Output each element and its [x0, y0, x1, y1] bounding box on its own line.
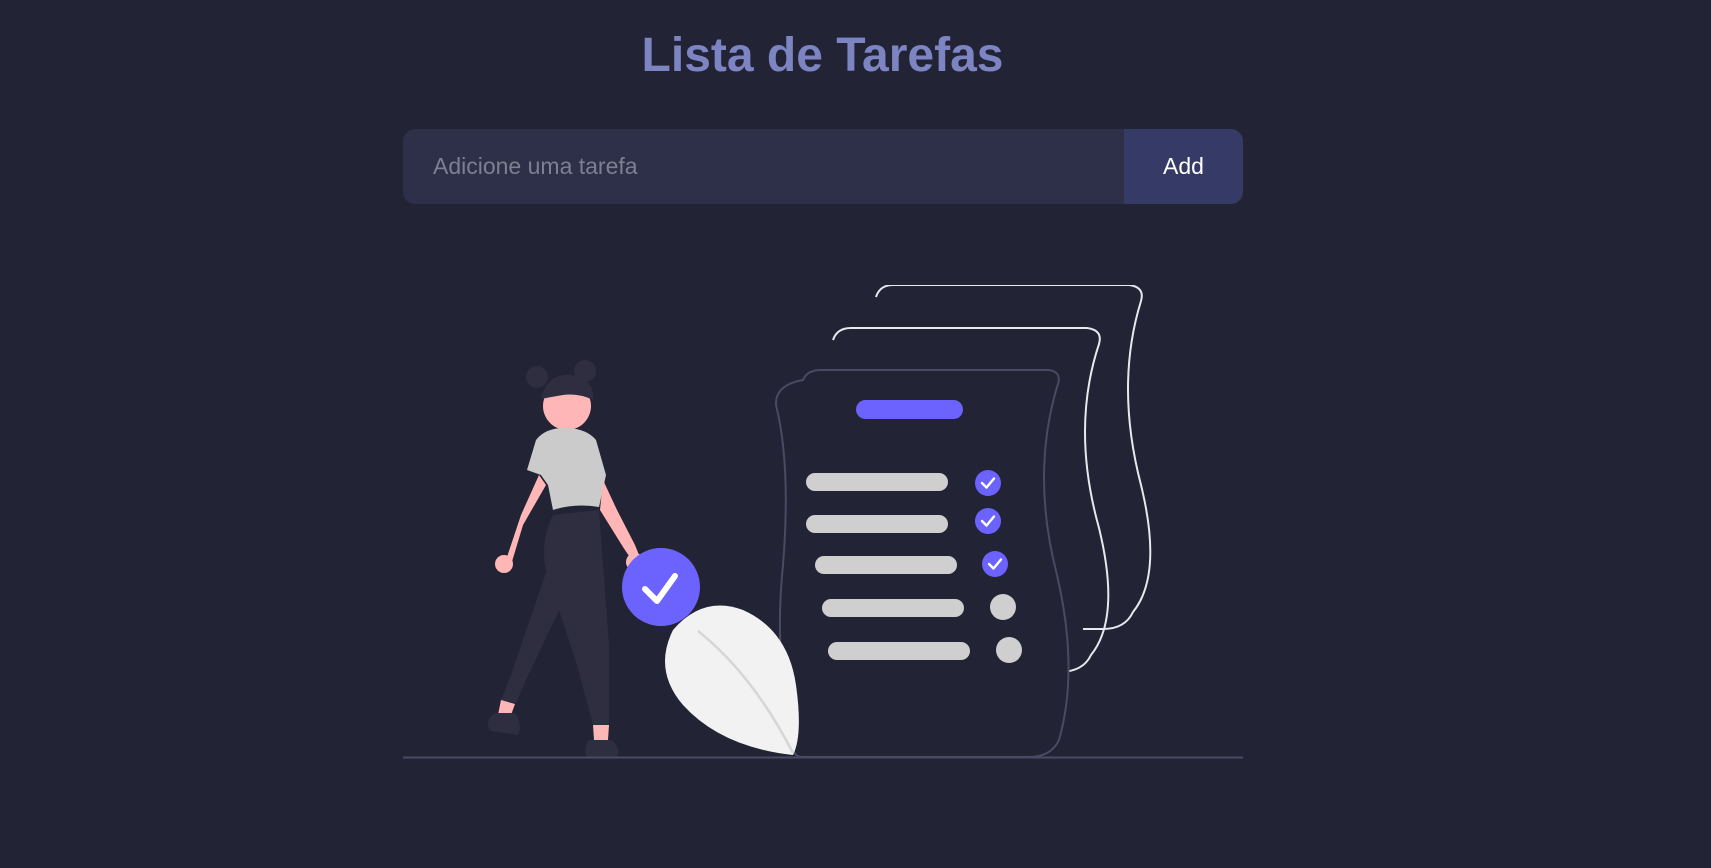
- add-task-form: Add: [403, 129, 1243, 204]
- empty-state-illustration: [403, 285, 1243, 759]
- checklist-header-bar: [856, 400, 963, 419]
- unchecked-icon: [996, 637, 1022, 663]
- task-input[interactable]: [403, 129, 1124, 204]
- person-figure: [487, 360, 644, 757]
- checked-icon: [975, 470, 1001, 496]
- checked-icon: [982, 551, 1008, 577]
- unchecked-icon: [990, 594, 1016, 620]
- checked-icon: [975, 508, 1001, 534]
- check-circle-icon: [622, 548, 700, 626]
- page-title: Lista de Tarefas: [641, 29, 1004, 82]
- leaf-decoration: [665, 605, 799, 755]
- add-button[interactable]: Add: [1124, 129, 1243, 204]
- todo-app: Lista de Tarefas Add: [0, 0, 1711, 868]
